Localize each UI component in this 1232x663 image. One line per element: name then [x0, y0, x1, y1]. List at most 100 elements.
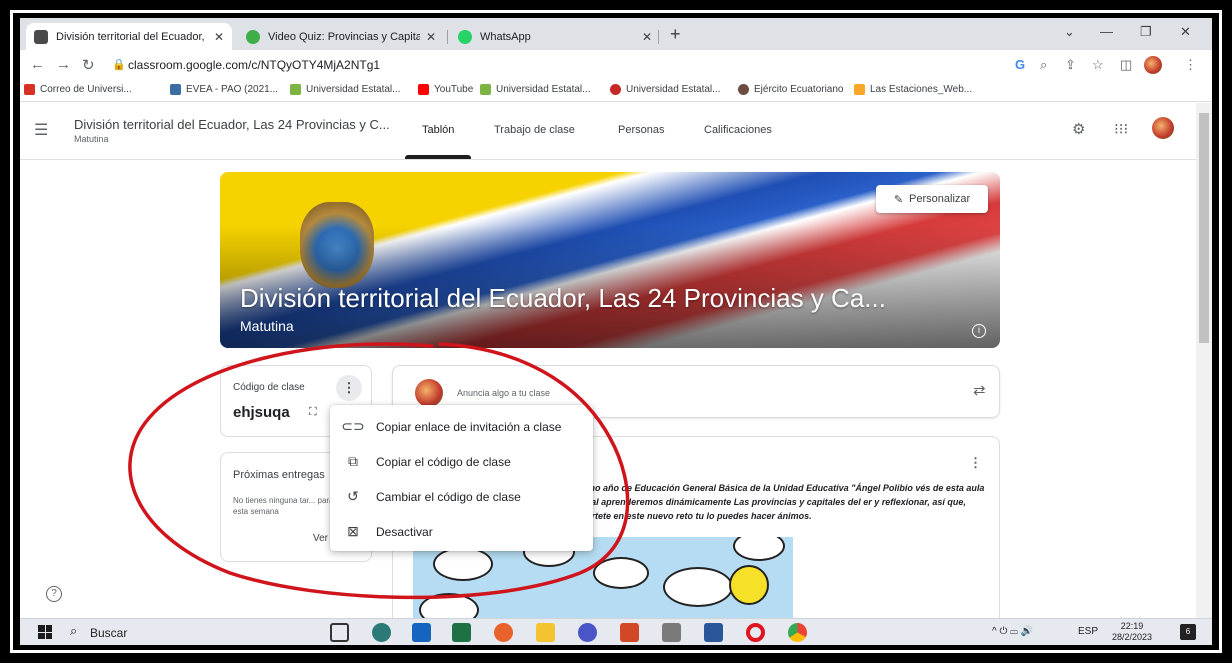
menu-item-disable[interactable]: ⊠ Desactivar [330, 514, 593, 549]
menu-item-copy-code[interactable]: ⧉ Copiar el código de clase [330, 444, 593, 479]
tab-stream[interactable]: Tablón [422, 124, 454, 136]
scrollbar-thumb[interactable] [1199, 113, 1209, 343]
bookmark-item[interactable]: EVEA - PAO (2021... [170, 84, 278, 95]
profile-avatar[interactable] [1144, 56, 1162, 74]
task-view-icon[interactable] [330, 623, 349, 642]
page-scrollbar[interactable] [1196, 103, 1212, 623]
close-tab-icon[interactable]: ✕ [642, 30, 652, 44]
bookmark-label: Las Estaciones_Web... [870, 84, 973, 95]
menu-item-reset-code[interactable]: ↺ Cambiar el código de clase [330, 479, 593, 514]
back-arrow-icon[interactable]: ← [30, 56, 45, 73]
tab-title: Video Quiz: Provincias y Capitale [268, 30, 420, 43]
customize-button[interactable]: ✎ Personalizar [876, 185, 988, 213]
new-tab-button[interactable]: + [670, 24, 681, 45]
file-explorer-icon[interactable] [536, 623, 555, 642]
announce-placeholder[interactable]: Anuncia algo a tu clase [457, 388, 550, 398]
bookmark-item[interactable]: Universidad Estatal... [610, 84, 721, 95]
bookmark-item[interactable]: Correo de Universi... [24, 84, 132, 95]
fullscreen-code-icon[interactable]: ⛶ [309, 406, 317, 419]
apps-grid-icon[interactable]: ⁝⁝⁝ [1114, 120, 1128, 138]
upcoming-title: Próximas entregas [233, 469, 325, 481]
view-all-link[interactable]: Ver [313, 533, 328, 544]
lock-icon[interactable]: 🔒 [112, 58, 126, 71]
browser-tab-classroom[interactable]: División territorial del Ecuador, L ✕ [26, 23, 232, 50]
class-title[interactable]: División territorial del Ecuador, Las 24… [74, 117, 390, 132]
help-icon[interactable]: ? [46, 586, 62, 602]
settings-gear-icon[interactable]: ⚙ [1072, 120, 1085, 138]
tab-separator [658, 30, 659, 44]
opera-icon[interactable] [746, 623, 765, 642]
google-g-icon[interactable]: G [1015, 57, 1025, 72]
university-icon [290, 84, 301, 95]
close-tab-icon[interactable]: ✕ [214, 30, 224, 44]
taskbar-search-label[interactable]: Buscar [90, 626, 127, 640]
minimize-button[interactable]: — [1100, 24, 1113, 39]
tray-icons[interactable]: ^ ⏻ ▭ 🔊 [992, 626, 1033, 637]
chrome-icon[interactable] [788, 623, 807, 642]
tab-separator [447, 30, 448, 44]
edge-browser-icon[interactable] [372, 623, 391, 642]
web-icon [854, 84, 865, 95]
bookmark-label: Universidad Estatal... [306, 84, 401, 95]
bookmark-item[interactable]: Universidad Estatal... [480, 84, 591, 95]
excel-icon[interactable] [452, 623, 471, 642]
tab-classwork[interactable]: Trabajo de clase [494, 124, 575, 136]
side-panel-icon[interactable]: ◫ [1120, 57, 1132, 73]
bookmark-item[interactable]: Ejército Ecuatoriano [738, 84, 844, 95]
reload-icon[interactable]: ↻ [82, 56, 95, 74]
class-banner: División territorial del Ecuador, Las 24… [220, 172, 1000, 348]
browser-menu-icon[interactable]: ⋮ [1184, 57, 1197, 73]
screenshot-frame: División territorial del Ecuador, L ✕ Vi… [0, 0, 1232, 663]
user-avatar[interactable] [1152, 117, 1174, 139]
bookmark-label: Correo de Universi... [40, 84, 132, 95]
class-code-options-button[interactable]: ⋮ [336, 375, 362, 401]
camera-icon[interactable] [662, 623, 681, 642]
powerpoint-icon[interactable] [620, 623, 639, 642]
url-field[interactable]: classroom.google.com/c/NTQyOTY4MjA2NTg1 [128, 58, 380, 72]
bookmark-label: EVEA - PAO (2021... [186, 84, 279, 95]
browser-tab-whatsapp[interactable]: WhatsApp ✕ [450, 23, 660, 50]
mail-icon[interactable] [412, 623, 431, 642]
close-window-button[interactable]: ✕ [1180, 24, 1191, 40]
zoom-icon[interactable]: ⌕ [1040, 57, 1047, 73]
post-options-icon[interactable]: ⋮ [969, 455, 982, 471]
customize-label: Personalizar [909, 193, 971, 205]
class-section: Matutina [74, 134, 109, 144]
reset-icon: ↺ [347, 488, 359, 504]
tab-people[interactable]: Personas [618, 124, 664, 136]
tab-search-chevron-icon[interactable]: ⌄ [1064, 24, 1075, 40]
restore-button[interactable]: ❐ [1140, 24, 1152, 40]
info-icon[interactable]: i [972, 324, 986, 338]
bookmark-label: Ejército Ecuatoriano [754, 84, 844, 95]
browser-tab-quiz[interactable]: Video Quiz: Provincias y Capitale ✕ [238, 23, 444, 50]
notification-center-icon[interactable]: 6 [1180, 624, 1196, 640]
language-indicator[interactable]: ESP [1078, 626, 1098, 637]
system-clock[interactable]: 22:19 28/2/2023 [1112, 621, 1152, 643]
menu-item-label: Copiar enlace de invitación a clase [376, 419, 562, 434]
browser-window: División territorial del Ecuador, L ✕ Vi… [20, 18, 1212, 645]
tab-grades[interactable]: Calificaciones [704, 124, 772, 136]
bookmark-item[interactable]: Universidad Estatal... [290, 84, 401, 95]
close-tab-icon[interactable]: ✕ [426, 30, 436, 44]
word-icon[interactable] [704, 623, 723, 642]
repost-icon[interactable]: ⇄ [973, 381, 986, 399]
forward-arrow-icon[interactable]: → [56, 56, 71, 73]
quiz-favicon-icon [246, 29, 260, 44]
menu-item-copy-invite-link[interactable]: ⊂⊃ Copiar enlace de invitación a clase [330, 409, 593, 444]
bookmark-star-icon[interactable]: ☆ [1092, 57, 1104, 73]
disable-icon: ⊠ [347, 523, 359, 539]
active-tab-indicator [405, 155, 471, 159]
bookmark-label: Universidad Estatal... [626, 84, 721, 95]
windows-start-icon[interactable] [38, 625, 52, 639]
share-icon[interactable]: ⇪ [1065, 57, 1076, 73]
hamburger-menu-icon[interactable]: ☰ [34, 120, 48, 140]
search-icon[interactable]: ⌕ [70, 623, 77, 639]
youtube-icon [418, 84, 429, 95]
bookmark-item[interactable]: YouTube [418, 84, 473, 95]
bookmark-item[interactable]: Las Estaciones_Web... [854, 84, 972, 95]
headset-app-icon[interactable] [578, 623, 597, 642]
copy-icon: ⧉ [348, 453, 358, 469]
tab-strip: División territorial del Ecuador, L ✕ Vi… [20, 18, 1212, 50]
class-code-menu: ⊂⊃ Copiar enlace de invitación a clase ⧉… [330, 405, 593, 551]
firefox-icon[interactable] [494, 623, 513, 642]
